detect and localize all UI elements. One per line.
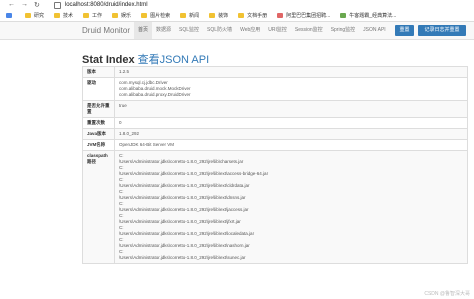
row-key: Java版本 [87,131,107,136]
value-line: 1.2.5 [119,69,130,74]
value-line: OpenJDK 64-Bit Server VM [119,142,175,147]
json-api-link[interactable]: 查看JSON API [138,54,210,66]
table-row: 驱动 com.mysql.cj.jdbc.Driver com.alibaba.dr… [83,78,467,101]
page-title-text: Stat Index [82,54,135,66]
bookmark-label: 阿里巴巴集团招聘... [286,13,331,19]
folder-icon [112,13,119,18]
value-line: true [119,103,127,108]
watermark: CSDN @鲁智深大哥 [424,291,470,297]
value-line: com.alibaba.druid.proxy.DruidDriver [119,92,191,97]
row-key: 版本 [87,69,96,74]
stat-table: 版本 1.2.5 驱动 com.mysql.cj.jdbc.Driver com.ali… [82,66,468,264]
bookmark-label: 图片检索 [150,13,171,19]
row-value: 1.8.0_292 [114,129,467,139]
nav-link[interactable]: URI监控 [264,22,291,39]
bookmark-item[interactable]: 文档手册 [238,12,267,19]
log-and-reset-button[interactable]: 记录日志并重置 [418,25,466,36]
bookmark-item[interactable]: 研究 [25,12,44,19]
back-icon[interactable]: ← [8,1,15,9]
bookmark-item[interactable]: 牛客题霸_经典算法... [340,12,396,19]
page-title: Stat Index 查看JSON API [82,51,209,67]
bookmark-label: 牛客题霸_经典算法... [349,13,397,19]
folder-icon [238,13,245,18]
nav-link[interactable]: 数据源 [152,22,175,39]
bookmark-item[interactable]: 工作 [83,12,102,19]
page-icon [340,13,347,18]
table-row: 重置次数 0 [83,118,467,129]
bookmark-item[interactable]: 图片检索 [141,12,170,19]
folder-icon [180,13,187,18]
reload-icon[interactable]: ↻ [34,1,40,9]
nav-link[interactable]: SQL防火墙 [203,22,236,39]
browser-nav: ← → ↻ [8,1,40,9]
row-value: 1.2.5 [114,67,467,77]
bookmark-label: 研究 [34,13,45,19]
bookmark-label: 技术 [63,13,74,19]
url-input[interactable]: localhost:8080/druid/index.html [65,2,148,8]
row-value: 0 [114,118,467,128]
folder-icon [54,13,61,18]
table-row: 版本 1.2.5 [83,67,467,78]
table-row: classpath路径 C: \Users\Administrator.jdks\c… [83,151,467,264]
bookmarks-bar: 研究 技术 工作 娱乐 图片检索 新闻 装饰 文档手册 阿里巴巴集团招聘... 牛客题霸_经典算法… [0,10,474,22]
row-key: JVM名称 [87,142,106,147]
nav-link[interactable]: Web应用 [236,22,264,39]
row-value: C: \Users\Administrator.jdks\corretto-1.8… [114,151,467,263]
bookmark-item[interactable]: 新闻 [180,12,199,19]
table-row: 是否允许重置 true [83,101,467,118]
bookmark-item[interactable] [6,13,15,18]
bookmark-label: 装饰 [218,13,229,19]
row-key: 重置次数 [87,120,105,125]
value-line: \Users\Administrator.jdks\corretto-1.8.0… [119,255,246,260]
bookmark-label: 娱乐 [121,13,132,19]
row-key: 是否允许重置 [87,103,110,114]
row-value: com.mysql.cj.jdbc.Driver com.alibaba.drui… [114,78,467,100]
value-line: 0 [119,120,122,125]
nav-link[interactable]: 首页 [134,22,153,39]
nav-link[interactable]: SQL监控 [175,22,203,39]
row-key: classpath路径 [87,153,108,164]
row-value: true [114,101,467,117]
row-key: 驱动 [87,80,96,85]
value-line: 1.8.0_292 [119,131,140,136]
folder-icon [25,13,31,18]
app-icon [6,13,12,18]
reset-button[interactable]: 重置 [395,25,414,36]
bookmark-label: 工作 [92,13,103,19]
bookmark-item[interactable]: 技术 [54,12,73,19]
bookmark-label: 新闻 [189,13,200,19]
nav-link[interactable]: Spring监控 [327,22,359,39]
page-icon [277,13,284,18]
info-icon[interactable] [53,1,61,9]
table-row: JVM名称 OpenJDK 64-Bit Server VM [83,140,467,151]
bookmark-item[interactable]: 装饰 [209,12,228,19]
forward-icon[interactable]: → [21,1,28,9]
row-value: OpenJDK 64-Bit Server VM [114,140,467,150]
table-row: Java版本 1.8.0_292 [83,129,467,140]
folder-icon [141,13,148,18]
top-navbar: Druid Monitor 首页 数据源 SQL监控 SQL防火墙 Web应用 URI监控… [0,22,474,40]
folder-icon [209,13,216,18]
bookmark-item[interactable]: 娱乐 [112,12,131,19]
bookmark-item[interactable]: 阿里巴巴集团招聘... [277,12,330,19]
brand-title[interactable]: Druid Monitor [82,26,130,35]
folder-icon [83,13,90,18]
nav-link[interactable]: Session监控 [291,22,327,39]
bookmark-label: 文档手册 [247,13,268,19]
nav-links: 首页 数据源 SQL监控 SQL防火墙 Web应用 URI监控 Session监控 Sprin… [134,22,390,39]
nav-link[interactable]: JSON API [359,22,390,39]
